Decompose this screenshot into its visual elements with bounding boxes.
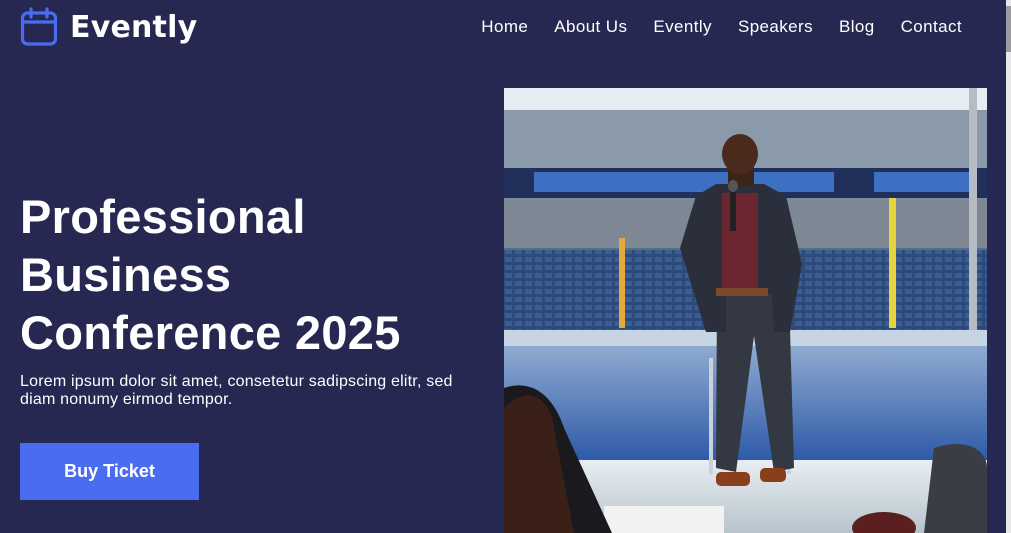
buy-ticket-button[interactable]: Buy Ticket (20, 443, 199, 500)
hero-subtitle: Lorem ipsum dolor sit amet, consetetur s… (20, 373, 453, 408)
calendar-icon (20, 7, 58, 46)
nav-item-home[interactable]: Home (481, 17, 528, 36)
hero-title: Professional Business Conference 2025 (20, 190, 401, 359)
nav-item-contact[interactable]: Contact (901, 17, 962, 36)
scrollbar[interactable] (1006, 0, 1011, 533)
brand-logo-link[interactable]: Evently (20, 6, 197, 48)
nav-item-blog[interactable]: Blog (839, 17, 875, 36)
hero-image (504, 88, 987, 533)
speaker-on-stage-photo (504, 88, 987, 533)
nav-links: Home About Us Evently Speakers Blog Cont… (481, 17, 962, 37)
nav-item-about-us[interactable]: About Us (554, 17, 627, 36)
navbar: Evently Home About Us Evently Speakers B… (0, 0, 1006, 56)
nav-item-speakers[interactable]: Speakers (738, 17, 813, 36)
scrollbar-thumb[interactable] (1006, 6, 1011, 52)
nav-item-evently[interactable]: Evently (653, 17, 712, 36)
brand-name: Evently (70, 9, 198, 45)
